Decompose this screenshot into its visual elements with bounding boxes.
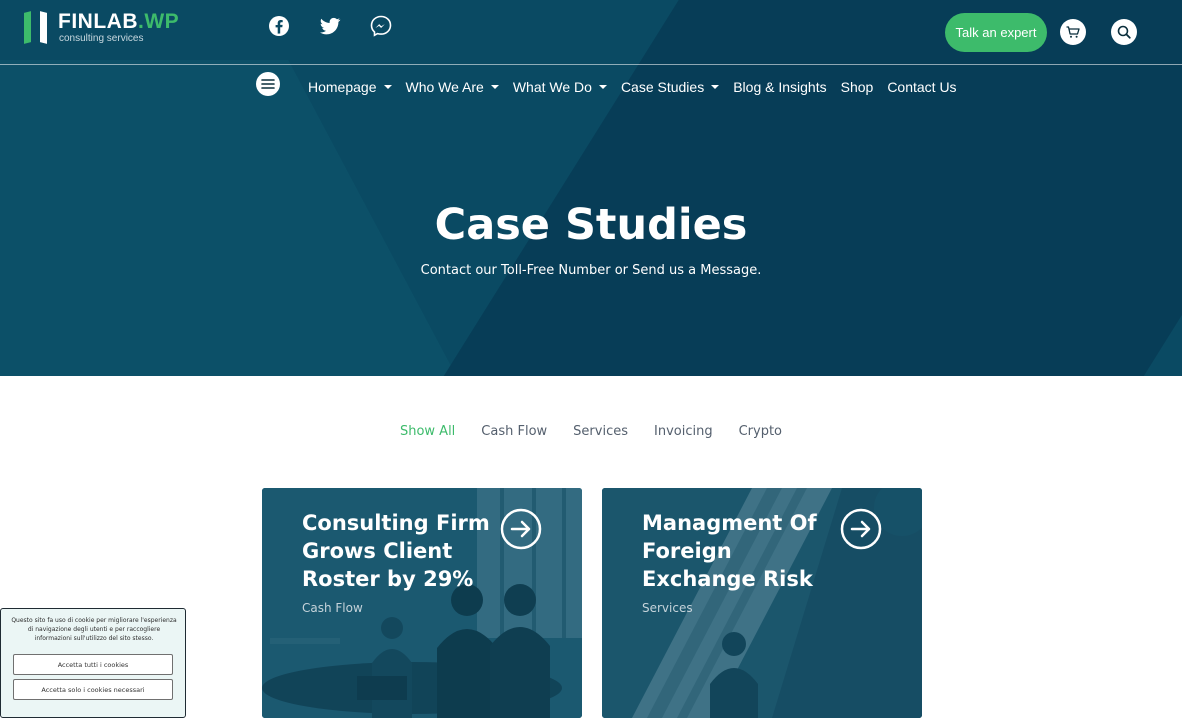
cookie-banner: Questo sito fa uso di cookie per miglior… [0, 608, 186, 718]
nav-menu: Homepage Who We Are What We Do Case Stud… [300, 79, 963, 95]
logo-mark [24, 11, 31, 44]
case-study-card[interactable]: Consulting Firm Grows Client Roster by 2… [262, 488, 582, 718]
talk-expert-button[interactable]: Talk an expert [945, 13, 1047, 52]
site-logo[interactable]: FINLAB.WP consulting services [24, 10, 224, 46]
nav-item-label: Shop [840, 79, 874, 95]
card-category: Cash Flow [302, 601, 363, 615]
logo-main-text: FINLAB [58, 10, 138, 33]
filter-invoicing[interactable]: Invoicing [654, 424, 713, 439]
nav-item-contact-us[interactable]: Contact Us [879, 79, 962, 95]
top-bar: FINLAB.WP consulting services Talk an ex… [0, 0, 1182, 65]
chevron-down-icon [711, 85, 720, 89]
arrow-right-circle-icon[interactable] [840, 508, 882, 550]
logo-tagline: consulting services [59, 33, 144, 44]
nav-item-what-we-do[interactable]: What We Do [505, 79, 613, 95]
search-button[interactable] [1111, 19, 1137, 45]
nav-item-label: What We Do [512, 79, 592, 95]
main-navigation: Homepage Who We Are What We Do Case Stud… [0, 65, 1182, 110]
logo-accent-text: .WP [138, 10, 180, 33]
search-icon [1117, 25, 1131, 39]
nav-item-blog-insights[interactable]: Blog & Insights [725, 79, 832, 95]
case-study-filters: Show All Cash Flow Services Invoicing Cr… [0, 424, 1182, 439]
cart-icon [1066, 26, 1080, 38]
filter-cash-flow[interactable]: Cash Flow [481, 424, 547, 439]
logo-wordmark: FINLAB.WP [58, 10, 179, 34]
card-title[interactable]: Consulting Firm Grows Client Roster by 2… [302, 509, 492, 593]
logo-mark [40, 11, 47, 44]
nav-item-label: Who We Are [405, 79, 484, 95]
cart-button[interactable] [1060, 19, 1086, 45]
case-study-card[interactable]: Managment Of Foreign Exchange Risk Servi… [602, 488, 922, 718]
nav-item-who-we-are[interactable]: Who We Are [398, 79, 505, 95]
nav-item-label: Homepage [308, 79, 377, 95]
nav-item-shop[interactable]: Shop [833, 79, 880, 95]
nav-item-homepage[interactable]: Homepage [300, 79, 398, 95]
chevron-down-icon [490, 85, 499, 89]
nav-item-case-studies[interactable]: Case Studies [613, 79, 725, 95]
accept-all-cookies-button[interactable]: Accetta tutti i cookies [13, 654, 173, 675]
cookie-message: Questo sito fa uso di cookie per miglior… [11, 617, 177, 642]
nav-item-label: Case Studies [620, 79, 705, 95]
facebook-icon[interactable] [267, 14, 291, 38]
twitter-icon[interactable] [318, 14, 342, 38]
page-title: Case Studies [434, 200, 748, 250]
card-category: Services [642, 601, 693, 615]
hero-section: FINLAB.WP consulting services Talk an ex… [0, 0, 1182, 376]
filter-crypto[interactable]: Crypto [739, 424, 782, 439]
arrow-right-circle-icon[interactable] [500, 508, 542, 550]
nav-item-label: Blog & Insights [733, 79, 827, 95]
card-title[interactable]: Managment Of Foreign Exchange Risk [642, 509, 832, 593]
hamburger-menu-icon[interactable] [256, 72, 280, 96]
nav-item-label: Contact Us [887, 79, 957, 95]
chevron-down-icon [598, 85, 607, 89]
filter-show-all[interactable]: Show All [400, 424, 455, 439]
messenger-icon[interactable] [369, 14, 393, 38]
filter-services[interactable]: Services [573, 424, 628, 439]
page-subtitle: Contact our Toll-Free Number or Send us … [420, 263, 762, 278]
chevron-down-icon [383, 85, 392, 89]
accept-necessary-cookies-button[interactable]: Accetta solo i cookies necessari [13, 679, 173, 700]
